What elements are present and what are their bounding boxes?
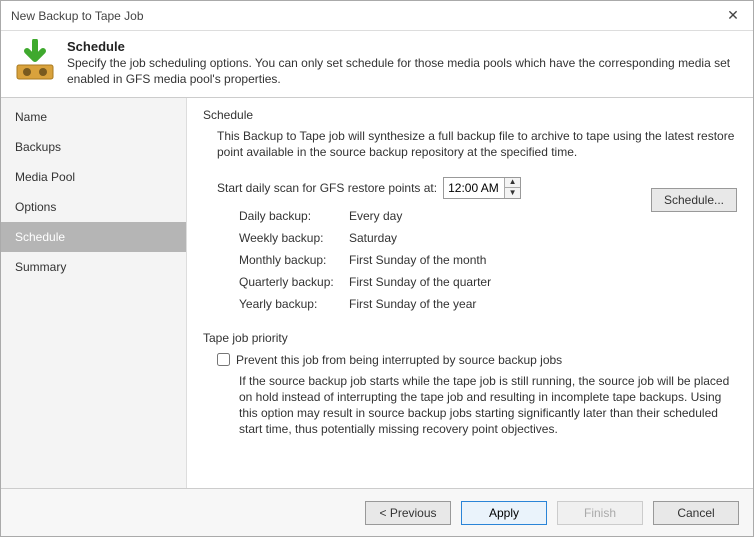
schedule-button[interactable]: Schedule... [651,188,737,212]
scan-time-input[interactable]: ▲ ▼ [443,177,521,199]
time-spin-up-icon[interactable]: ▲ [505,178,520,189]
scan-time-label: Start daily scan for GFS restore points … [217,181,437,195]
tape-download-icon [13,39,57,83]
quarterly-label: Quarterly backup: [239,275,349,289]
weekly-label: Weekly backup: [239,231,349,245]
schedule-description: This Backup to Tape job will synthesize … [217,128,737,160]
header-title: Schedule [67,39,741,54]
daily-value: Every day [349,209,402,223]
window-title: New Backup to Tape Job [11,9,713,23]
scan-time-field[interactable] [444,178,504,198]
previous-button[interactable]: < Previous [365,501,451,525]
wizard-sidebar: Name Backups Media Pool Options Schedule… [1,98,187,488]
wizard-header: Schedule Specify the job scheduling opti… [1,31,753,97]
daily-label: Daily backup: [239,209,349,223]
schedule-row-monthly: Monthly backup: First Sunday of the mont… [239,253,737,267]
priority-note: If the source backup job starts while th… [239,373,737,438]
sidebar-item-options[interactable]: Options [1,192,186,222]
apply-button[interactable]: Apply [461,501,547,525]
schedule-row-quarterly: Quarterly backup: First Sunday of the qu… [239,275,737,289]
yearly-value: First Sunday of the year [349,297,476,311]
priority-checkbox-label: Prevent this job from being interrupted … [236,353,562,367]
content-panel: Schedule This Backup to Tape job will sy… [187,98,753,488]
quarterly-value: First Sunday of the quarter [349,275,491,289]
close-icon[interactable]: ✕ [713,2,753,30]
wizard-footer: < Previous Apply Finish Cancel [1,488,753,536]
finish-button: Finish [557,501,643,525]
sidebar-item-name[interactable]: Name [1,102,186,132]
schedule-row-yearly: Yearly backup: First Sunday of the year [239,297,737,311]
title-bar: New Backup to Tape Job ✕ [1,1,753,31]
schedule-row-weekly: Weekly backup: Saturday [239,231,737,245]
schedule-grid: Daily backup: Every day Weekly backup: S… [239,209,737,311]
sidebar-item-summary[interactable]: Summary [1,252,186,282]
yearly-label: Yearly backup: [239,297,349,311]
sidebar-item-media-pool[interactable]: Media Pool [1,162,186,192]
priority-section-title: Tape job priority [203,331,737,345]
cancel-button[interactable]: Cancel [653,501,739,525]
schedule-section-title: Schedule [203,108,737,122]
sidebar-item-schedule[interactable]: Schedule [1,222,186,252]
prevent-interruption-checkbox[interactable] [217,353,230,366]
monthly-value: First Sunday of the month [349,253,486,267]
sidebar-item-backups[interactable]: Backups [1,132,186,162]
time-spin-down-icon[interactable]: ▼ [505,188,520,198]
weekly-value: Saturday [349,231,397,245]
priority-checkbox-row[interactable]: Prevent this job from being interrupted … [217,353,737,367]
monthly-label: Monthly backup: [239,253,349,267]
header-description: Specify the job scheduling options. You … [67,56,741,87]
